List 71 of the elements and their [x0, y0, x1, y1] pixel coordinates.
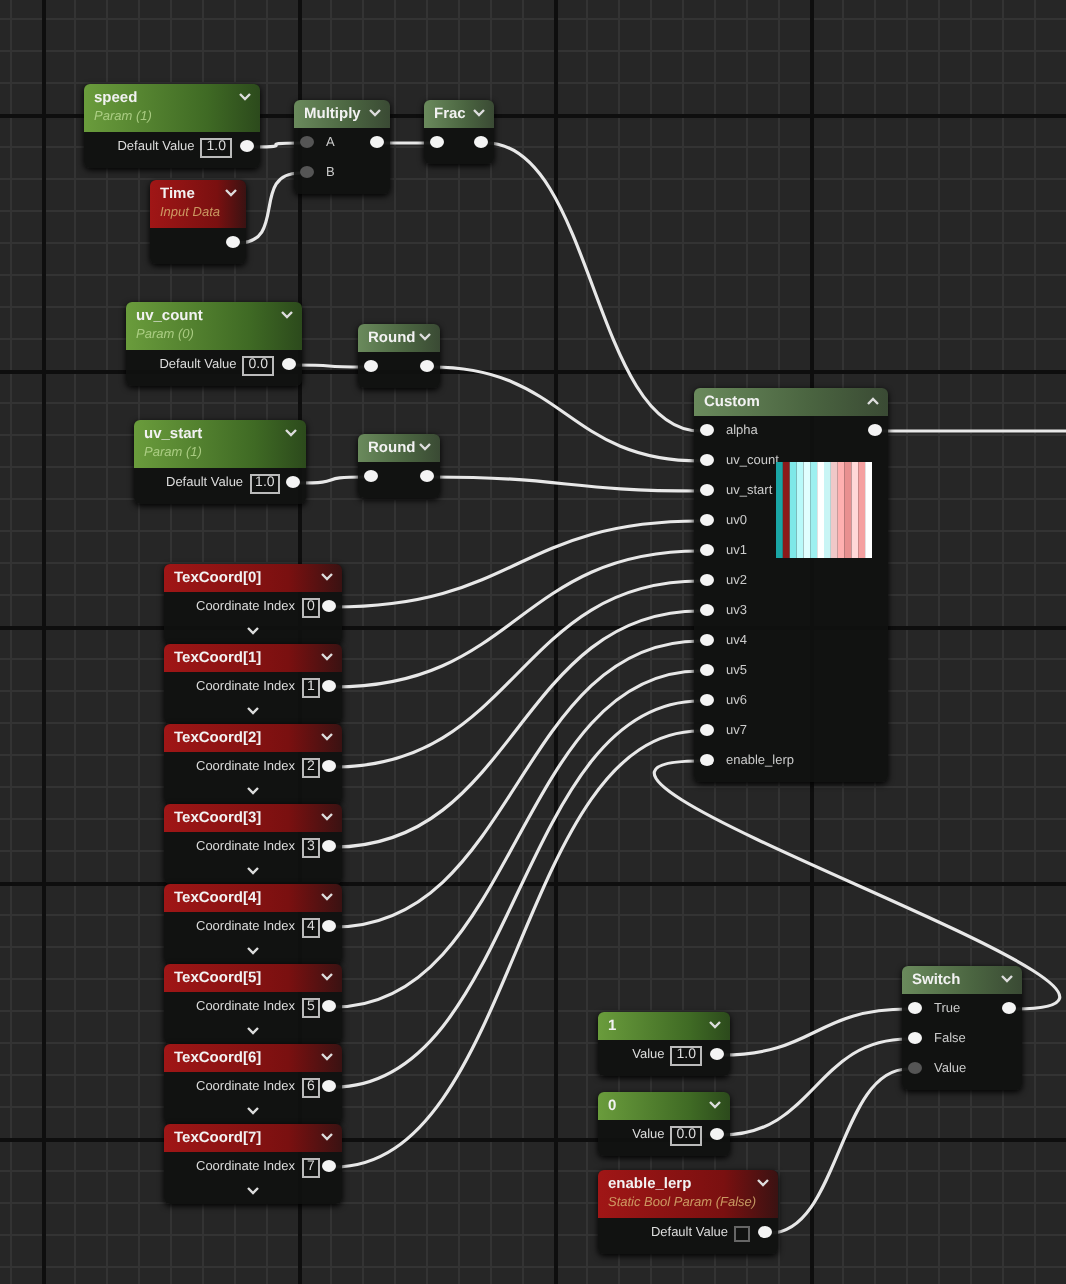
input-pin-icon[interactable]: [700, 694, 714, 706]
output-pin-icon[interactable]: [370, 136, 384, 148]
chevron-icon[interactable]: [246, 785, 260, 795]
input-pin-icon[interactable]: [908, 1032, 922, 1044]
chevron-icon[interactable]: [472, 108, 486, 118]
output-pin-icon[interactable]: [286, 476, 300, 488]
chevron-icon[interactable]: [284, 428, 298, 438]
output-pin-icon[interactable]: [322, 1080, 336, 1092]
chevron-icon[interactable]: [320, 892, 334, 902]
chevron-icon[interactable]: [320, 572, 334, 582]
input-pin-icon[interactable]: [700, 754, 714, 766]
chevron-icon[interactable]: [238, 92, 252, 102]
input-pin-icon[interactable]: [700, 724, 714, 736]
input-pin-icon[interactable]: [700, 514, 714, 526]
input-pin-icon[interactable]: [700, 484, 714, 496]
chevron-icon[interactable]: [246, 625, 260, 635]
output-pin-icon[interactable]: [758, 1226, 772, 1238]
input-pin-icon[interactable]: [364, 360, 378, 372]
output-pin-icon[interactable]: [322, 680, 336, 692]
chevron-icon[interactable]: [246, 945, 260, 955]
output-pin-icon[interactable]: [322, 1000, 336, 1012]
chevron-icon[interactable]: [246, 705, 260, 715]
chevron-icon[interactable]: [320, 972, 334, 982]
input-pin-icon[interactable]: [908, 1002, 922, 1014]
output-pin-icon[interactable]: [710, 1048, 724, 1060]
input-pin-icon[interactable]: [908, 1062, 922, 1074]
chevron-icon[interactable]: [246, 1105, 260, 1115]
chevron-icon[interactable]: [418, 332, 432, 342]
chevron-icon[interactable]: [280, 310, 294, 320]
chevron-icon[interactable]: [418, 442, 432, 452]
chevron-icon[interactable]: [708, 1020, 722, 1030]
chevron-icon[interactable]: [866, 396, 880, 406]
input-pin-icon[interactable]: [300, 136, 314, 148]
chevron-icon[interactable]: [708, 1100, 722, 1110]
chevron-icon[interactable]: [320, 652, 334, 662]
chevron-icon[interactable]: [756, 1178, 771, 1188]
output-pin-icon[interactable]: [868, 424, 882, 436]
chevron-icon[interactable]: [246, 1025, 260, 1035]
chevron-icon[interactable]: [246, 1185, 260, 1195]
output-pin-icon[interactable]: [240, 140, 254, 152]
output-pin-icon[interactable]: [322, 1160, 336, 1172]
chevron-icon[interactable]: [320, 1132, 334, 1142]
output-pin-icon[interactable]: [420, 470, 434, 482]
output-pin-icon[interactable]: [322, 840, 336, 852]
input-pin-icon[interactable]: [700, 544, 714, 556]
output-pin-icon[interactable]: [420, 360, 434, 372]
chevron-icon[interactable]: [368, 108, 382, 118]
output-pin-icon[interactable]: [710, 1128, 724, 1140]
output-pin-icon[interactable]: [282, 358, 296, 370]
input-pin-icon[interactable]: [700, 664, 714, 676]
output-pin-icon[interactable]: [474, 136, 488, 148]
output-pin-icon[interactable]: [322, 920, 336, 932]
chevron-icon[interactable]: [246, 865, 260, 875]
checkbox[interactable]: [734, 1225, 750, 1241]
chevron-icon[interactable]: [320, 812, 334, 822]
input-pin-icon[interactable]: [700, 574, 714, 586]
input-pin-icon[interactable]: [430, 136, 444, 148]
output-pin-icon[interactable]: [1002, 1002, 1016, 1014]
input-pin-icon[interactable]: [300, 166, 314, 178]
output-pin-icon[interactable]: [322, 600, 336, 612]
input-pin-icon[interactable]: [700, 424, 714, 436]
input-pin-icon[interactable]: [700, 604, 714, 616]
chevron-icon[interactable]: [1000, 974, 1014, 984]
chevron-icon[interactable]: [320, 1052, 334, 1062]
output-pin-icon[interactable]: [322, 760, 336, 772]
input-pin-icon[interactable]: [364, 470, 378, 482]
input-pin-icon[interactable]: [700, 634, 714, 646]
chevron-icon[interactable]: [320, 732, 334, 742]
output-pin-icon[interactable]: [226, 236, 240, 248]
chevron-icon[interactable]: [224, 188, 238, 198]
input-pin-icon[interactable]: [700, 454, 714, 466]
